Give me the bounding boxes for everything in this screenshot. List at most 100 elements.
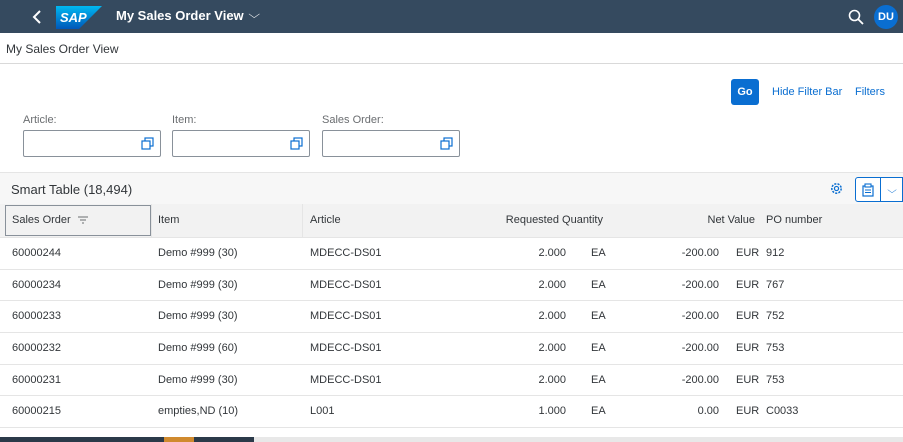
split-divider	[880, 178, 881, 201]
taskbar-segment	[194, 437, 254, 442]
app-title-menu[interactable]: My Sales Order View ⌵	[116, 8, 260, 23]
cell-net-value: -200.00	[681, 373, 719, 386]
cell-uom: EA	[591, 310, 606, 323]
table-row[interactable]: 60000244 Demo #999 (30) MDECC-DS01 2.000…	[0, 238, 903, 270]
gear-icon[interactable]	[829, 181, 844, 196]
column-separator	[151, 204, 152, 238]
back-button[interactable]	[26, 6, 48, 28]
column-header-net-value[interactable]: Net Value	[640, 204, 756, 238]
smart-table: Sales Order Item Article Requested Quant…	[0, 204, 903, 429]
cell-quantity: 2.000	[538, 278, 566, 291]
item-input[interactable]	[172, 130, 310, 157]
cell-item: Demo #999 (30)	[158, 247, 238, 259]
go-button[interactable]: Go	[731, 79, 759, 105]
sales-order-input[interactable]	[322, 130, 460, 157]
cell-item: Demo #999 (30)	[158, 278, 238, 291]
cell-net-value: 0.00	[697, 405, 719, 418]
taskbar-segment	[0, 437, 164, 442]
cell-currency: EUR	[736, 247, 760, 259]
table-row[interactable]: 60000232 Demo #999 (60) MDECC-DS01 2.000…	[0, 333, 903, 365]
table-row[interactable]: 60000233 Demo #999 (30) MDECC-DS01 2.000…	[0, 301, 903, 334]
cell-article: MDECC-DS01	[310, 247, 382, 259]
table-row[interactable]: 60000215 empties,ND (10) L001 1.000 EA 0…	[0, 396, 903, 429]
column-header-article[interactable]: Article	[310, 204, 341, 238]
cell-currency: EUR	[736, 405, 760, 418]
cell-sales-order: 60000215	[12, 405, 61, 418]
cell-po-number: C0033	[766, 405, 799, 418]
cell-net-value: -200.00	[681, 342, 719, 355]
cell-net-value: -200.00	[681, 310, 719, 323]
sap-logo: SAP	[56, 6, 102, 29]
cell-article: L001	[310, 405, 335, 418]
value-help-icon[interactable]	[440, 137, 453, 150]
svg-text:SAP: SAP	[60, 10, 87, 25]
cell-uom: EA	[591, 342, 606, 355]
back-arrow-icon	[32, 10, 41, 24]
cell-item: Demo #999 (30)	[158, 310, 238, 323]
taskbar-strip	[0, 437, 903, 442]
chevron-down-icon: ⌵	[248, 9, 260, 21]
value-help-icon[interactable]	[141, 137, 154, 150]
app-title: My Sales Order View	[116, 8, 244, 23]
cell-po-number: 912	[766, 247, 785, 259]
export-button[interactable]: ⌵	[855, 177, 903, 202]
cell-uom: EA	[591, 373, 606, 386]
cell-item: Demo #999 (30)	[158, 373, 238, 386]
table-title: Smart Table (18,494)	[11, 182, 133, 197]
filters-button[interactable]: Filters	[855, 86, 885, 98]
cell-item: empties,ND (10)	[158, 405, 239, 418]
cell-article: MDECC-DS01	[310, 373, 382, 386]
cell-currency: EUR	[736, 310, 760, 323]
cell-article: MDECC-DS01	[310, 342, 382, 355]
cell-article: MDECC-DS01	[310, 310, 382, 323]
cell-quantity: 2.000	[538, 247, 566, 259]
table-row[interactable]: 60000231 Demo #999 (30) MDECC-DS01 2.000…	[0, 364, 903, 397]
page-title: My Sales Order View	[6, 42, 119, 56]
hide-filter-bar-button[interactable]: Hide Filter Bar	[772, 86, 842, 98]
cell-uom: EA	[591, 405, 606, 418]
table-toolbar: Smart Table (18,494) ⌵	[0, 172, 903, 204]
cell-item: Demo #999 (60)	[158, 342, 238, 355]
cell-currency: EUR	[736, 373, 760, 386]
cell-sales-order: 60000232	[12, 342, 61, 355]
article-input[interactable]	[23, 130, 161, 157]
shell-bar: SAP My Sales Order View ⌵ DU	[0, 0, 903, 33]
cell-quantity: 1.000	[538, 405, 566, 418]
filter-bar: Go Hide Filter Bar Filters Article: Item…	[0, 65, 903, 172]
cell-uom: EA	[591, 247, 606, 259]
chevron-down-icon[interactable]: ⌵	[884, 184, 901, 196]
column-header-po-number[interactable]: PO number	[766, 204, 822, 238]
cell-quantity: 2.000	[538, 310, 566, 323]
search-icon[interactable]	[847, 8, 865, 26]
column-header-sales-order[interactable]: Sales Order	[5, 205, 151, 236]
cell-sales-order: 60000234	[12, 278, 61, 291]
column-header-label: Sales Order	[12, 214, 71, 226]
table-row[interactable]: 60000234 Demo #999 (30) MDECC-DS01 2.000…	[0, 269, 903, 302]
sort-icon	[77, 216, 88, 224]
avatar[interactable]: DU	[874, 5, 898, 29]
value-help-icon[interactable]	[290, 137, 303, 150]
column-header-item[interactable]: Item	[158, 204, 179, 238]
cell-article: MDECC-DS01	[310, 278, 382, 291]
cell-sales-order: 60000231	[12, 373, 61, 386]
cell-sales-order: 60000233	[12, 310, 61, 323]
export-icon	[862, 183, 874, 197]
cell-currency: EUR	[736, 278, 760, 291]
taskbar-segment-active	[164, 437, 194, 442]
column-header-requested-quantity[interactable]: Requested Quantity	[450, 204, 603, 238]
article-label: Article:	[23, 114, 57, 126]
item-label: Item:	[172, 114, 197, 126]
cell-uom: EA	[591, 278, 606, 291]
table-header-row: Sales Order Item Article Requested Quant…	[0, 204, 903, 238]
cell-po-number: 753	[766, 342, 785, 355]
cell-currency: EUR	[736, 342, 760, 355]
cell-net-value: -200.00	[681, 247, 719, 259]
cell-quantity: 2.000	[538, 342, 566, 355]
cell-sales-order: 60000244	[12, 247, 61, 259]
cell-po-number: 752	[766, 310, 785, 323]
sales-order-label: Sales Order:	[322, 114, 384, 126]
cell-po-number: 767	[766, 278, 785, 291]
page-header: My Sales Order View	[0, 33, 903, 64]
cell-quantity: 2.000	[538, 373, 566, 386]
column-separator	[302, 204, 303, 238]
